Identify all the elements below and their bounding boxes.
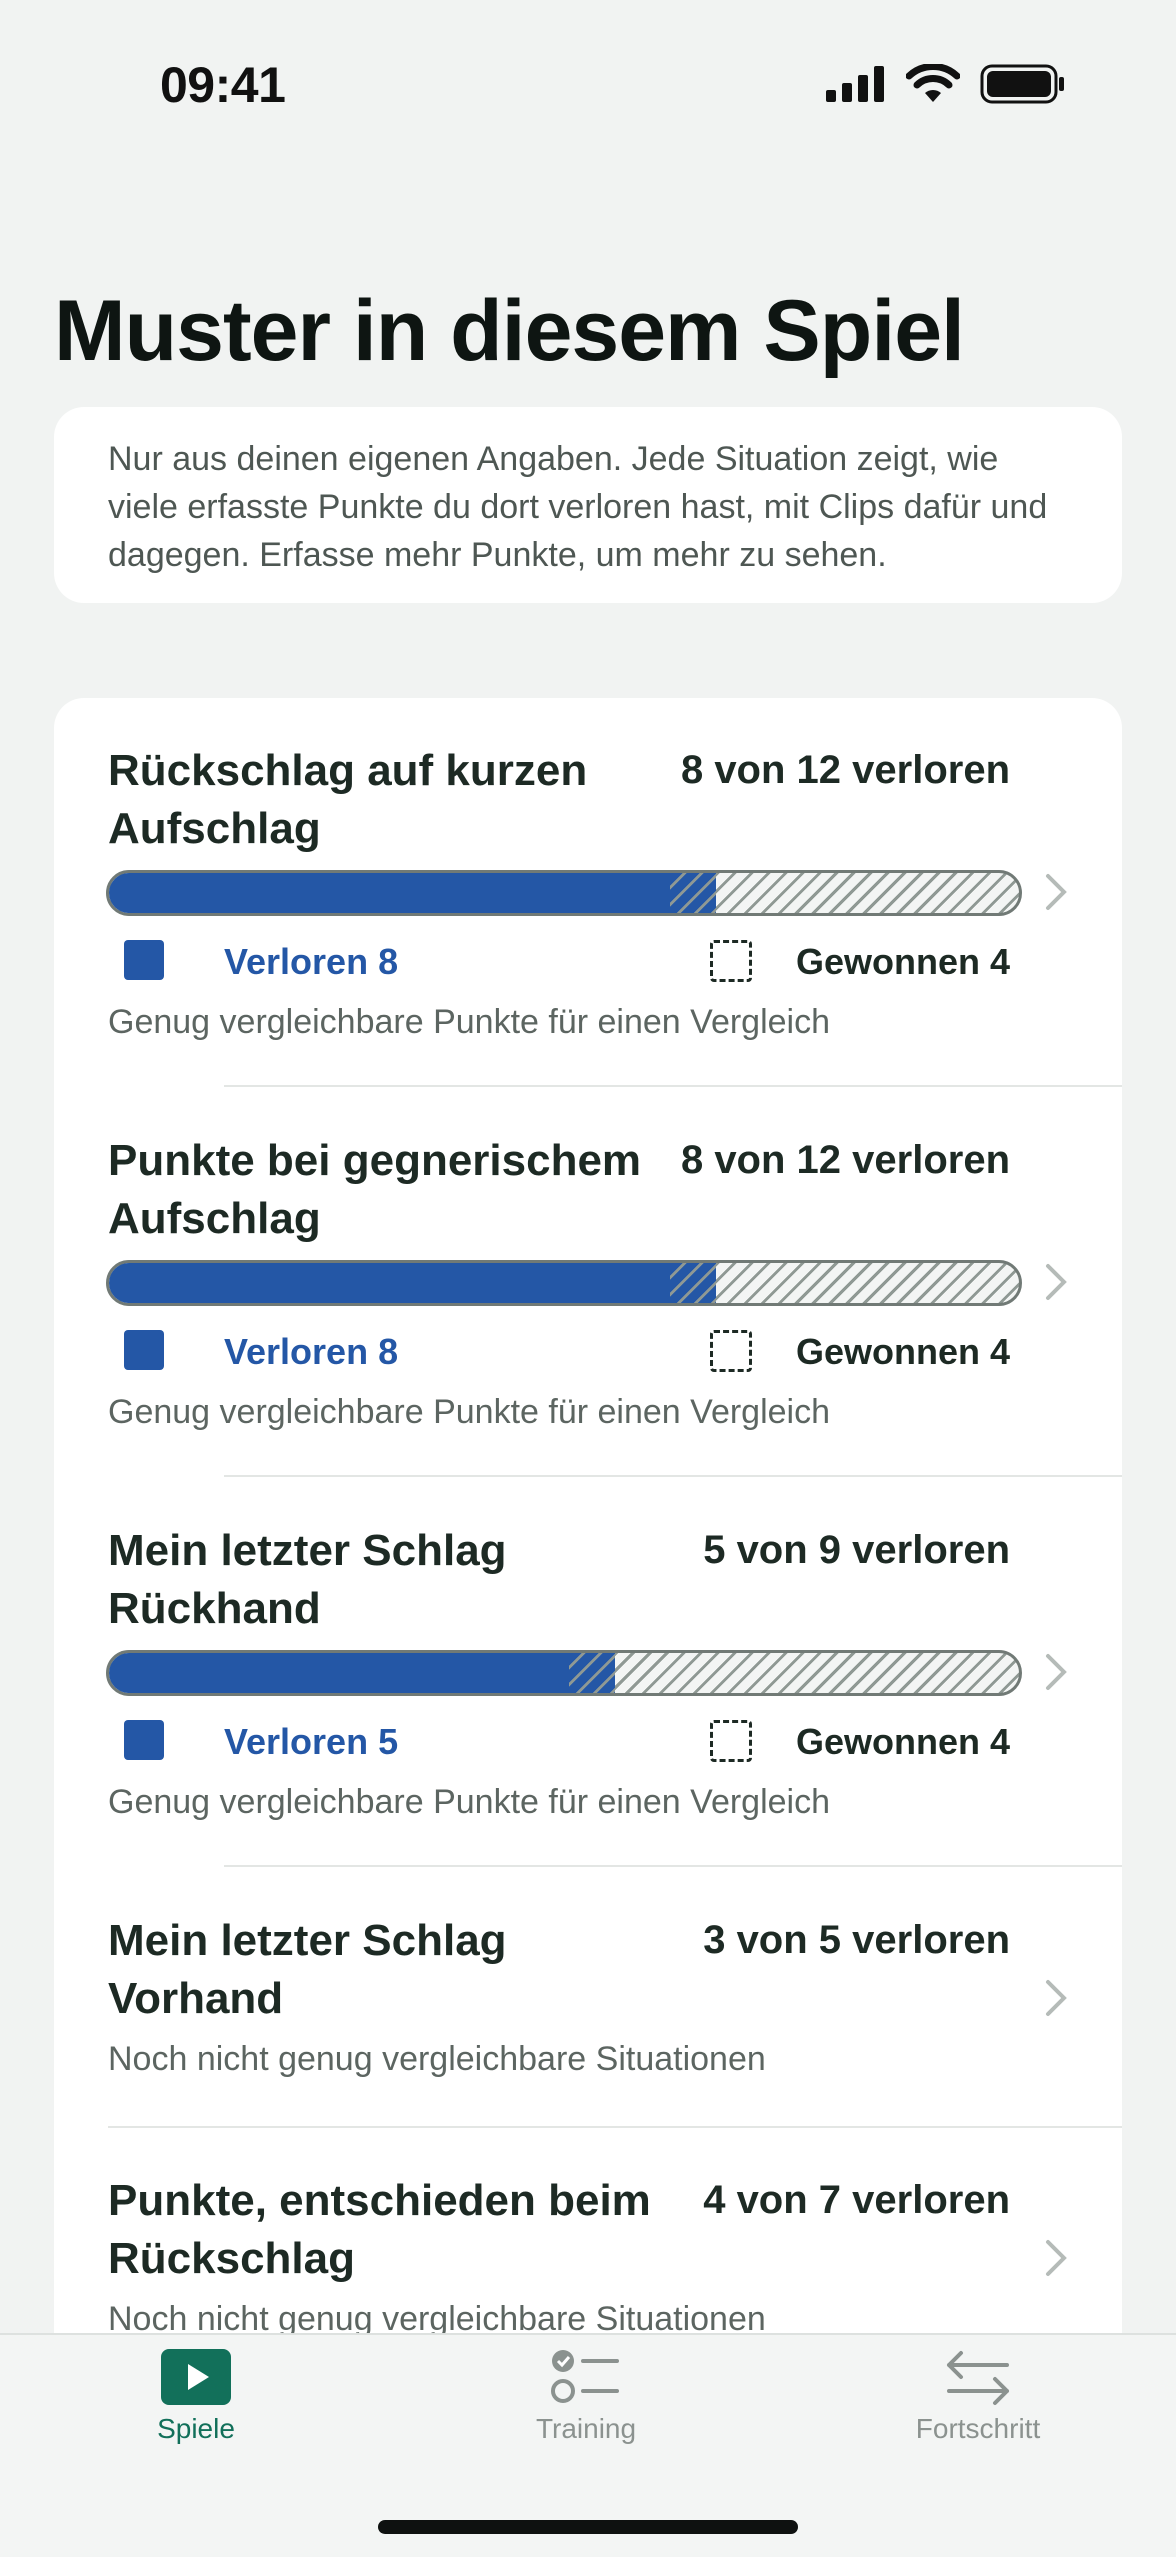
lost-won-bar xyxy=(106,870,1022,916)
lost-legend-swatch xyxy=(124,1330,164,1370)
info-text: Nur aus deinen eigenen Angaben. Jede Sit… xyxy=(108,440,1048,574)
tab-label: Fortschritt xyxy=(915,2413,1041,2444)
lost-legend-label: Verloren 8 xyxy=(224,1331,399,1372)
checklist-icon xyxy=(551,2350,619,2403)
status-bar: 09:41 xyxy=(0,0,1176,170)
chevron-right-icon xyxy=(1046,1654,1067,1690)
chevron-right-icon xyxy=(1046,2240,1067,2276)
row-title: Punkte bei gegnerischem Aufschlag xyxy=(108,1136,642,1243)
lost-won-bar xyxy=(106,1650,1022,1696)
row-divider xyxy=(224,1085,1122,1087)
row-note: Genug vergleichbare Punkte für einen Ver… xyxy=(108,1003,831,1041)
row-title: Mein letzter Schlag Vorhand xyxy=(108,1916,507,2023)
won-legend-swatch xyxy=(710,940,752,982)
row-title: Mein letzter Schlag Rückhand xyxy=(108,1526,507,1633)
row-count: 8 von 12 verloren xyxy=(680,748,1010,792)
page-title: Muster in diesem Spiel xyxy=(54,283,965,379)
won-legend-swatch xyxy=(710,1330,752,1372)
row-count: 3 von 5 verloren xyxy=(703,1918,1010,1962)
lost-legend-label: Verloren 8 xyxy=(224,941,399,982)
wifi-icon xyxy=(906,64,960,102)
chevron-right-icon xyxy=(1046,1980,1067,2016)
tab-fortschritt[interactable]: Fortschritt xyxy=(848,2347,1108,2445)
status-icons xyxy=(826,64,1066,104)
chevron-right-icon xyxy=(1046,1264,1067,1300)
tab-training[interactable]: Training xyxy=(456,2347,716,2445)
row-divider xyxy=(224,1475,1122,1477)
cellular-signal-icon xyxy=(826,66,884,102)
tab-spiele[interactable]: Spiele xyxy=(66,2347,326,2445)
battery-icon xyxy=(980,64,1064,104)
pattern-row[interactable]: Punkte bei gegnerischem Aufschlag 8 von … xyxy=(54,1088,1122,1478)
bar-fill-edge xyxy=(569,1653,615,1693)
tab-label: Spiele xyxy=(157,2413,235,2444)
row-divider xyxy=(224,1865,1122,1867)
row-count: 8 von 12 verloren xyxy=(680,1138,1010,1182)
lost-legend-swatch xyxy=(124,940,164,980)
won-legend-label: Gewonnen 4 xyxy=(795,941,1010,982)
won-legend-label: Gewonnen 4 xyxy=(795,1721,1010,1762)
pattern-list: Rückschlag auf kurzen Aufschlag 8 von 12… xyxy=(54,698,1122,2418)
pattern-row[interactable]: Mein letzter Schlag Vorhand 3 von 5 verl… xyxy=(54,1868,1122,2128)
row-count: 4 von 7 verloren xyxy=(703,2178,1010,2222)
home-indicator xyxy=(378,2520,798,2534)
status-time: 09:41 xyxy=(160,57,286,113)
bar-fill-edge xyxy=(670,1263,716,1303)
lost-bar-fill xyxy=(109,1653,615,1693)
row-title: Rückschlag auf kurzen Aufschlag xyxy=(108,746,588,853)
bar-fill-edge xyxy=(670,873,716,913)
pattern-row[interactable]: Mein letzter Schlag Rückhand 5 von 9 ver… xyxy=(54,1478,1122,1868)
lost-legend-label: Verloren 5 xyxy=(224,1721,399,1762)
tab-label: Training xyxy=(535,2413,637,2444)
lost-legend-swatch xyxy=(124,1720,164,1760)
arrows-swap-icon xyxy=(947,2351,1009,2405)
play-icon xyxy=(161,2349,231,2405)
row-title: Punkte, entschieden beim Rückschlag xyxy=(108,2176,651,2283)
won-legend-label: Gewonnen 4 xyxy=(795,1331,1010,1372)
row-note: Genug vergleichbare Punkte für einen Ver… xyxy=(108,1783,831,1821)
info-card: Nur aus deinen eigenen Angaben. Jede Sit… xyxy=(54,407,1122,603)
row-note: Noch nicht genug vergleichbare Situation… xyxy=(108,2040,766,2078)
row-count: 5 von 9 verloren xyxy=(703,1528,1010,1572)
lost-won-bar xyxy=(106,1260,1022,1306)
lost-bar-fill xyxy=(109,873,716,913)
chevron-right-icon xyxy=(1046,874,1067,910)
row-note: Genug vergleichbare Punkte für einen Ver… xyxy=(108,1393,831,1431)
lost-bar-fill xyxy=(109,1263,716,1303)
pattern-row[interactable]: Rückschlag auf kurzen Aufschlag 8 von 12… xyxy=(54,698,1122,1088)
won-legend-swatch xyxy=(710,1720,752,1762)
